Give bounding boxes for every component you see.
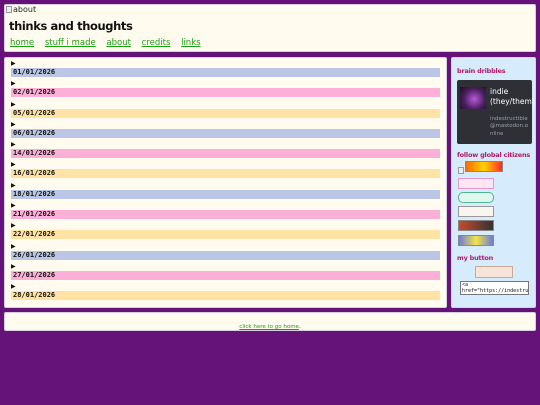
- disclosure-triangle-icon[interactable]: ▶: [11, 142, 16, 148]
- broken-badge-icon: [458, 167, 464, 174]
- disclosure-triangle-icon[interactable]: ▶: [11, 101, 16, 108]
- entry-row[interactable]: ▶ 18/01/2026: [8, 180, 443, 200]
- entry-row[interactable]: ▶ 01/01/2026: [8, 58, 443, 78]
- nav-about[interactable]: about: [106, 38, 131, 48]
- web-badge-5[interactable]: [458, 220, 494, 231]
- nav-credits[interactable]: credits: [142, 38, 171, 48]
- profile-name: indie (they/them): [490, 87, 535, 106]
- broken-image-icon: [6, 6, 12, 13]
- header-panel: about thinks and thoughts home stuff i m…: [4, 4, 536, 52]
- nav-bar: home stuff i made about credits links: [10, 38, 209, 48]
- entry-date[interactable]: 21/01/2026: [11, 210, 440, 220]
- nav-links[interactable]: links: [181, 38, 200, 48]
- disclosure-triangle-icon[interactable]: ▶: [11, 162, 16, 168]
- entry-date[interactable]: 28/01/2026: [11, 291, 440, 301]
- entry-row[interactable]: ▶ 28/01/2026: [8, 281, 443, 301]
- entry-row[interactable]: ▶ 16/01/2026: [8, 159, 443, 179]
- entry-row[interactable]: ▶ 27/01/2026: [8, 261, 443, 281]
- brain-dribbles-heading: brain dribbles: [457, 67, 506, 75]
- my-site-button[interactable]: [475, 266, 513, 278]
- entries-panel: ▶ 01/01/2026 ▶ 02/01/2026 ▶ 05/01/2026 ▶ 06/01/…: [4, 57, 447, 308]
- web-badge-1[interactable]: [465, 161, 503, 172]
- mastodon-profile-card[interactable]: indie (they/them) indestructible@mastodo…: [457, 80, 535, 144]
- entry-date[interactable]: 18/01/2026: [11, 189, 440, 199]
- disclosure-triangle-icon[interactable]: ▶: [11, 61, 16, 67]
- disclosure-triangle-icon[interactable]: ▶: [11, 223, 16, 229]
- nav-stuff-i-made[interactable]: stuff i made: [45, 38, 96, 48]
- disclosure-triangle-icon[interactable]: ▶: [11, 121, 16, 128]
- disclosure-triangle-icon[interactable]: ▶: [11, 284, 16, 290]
- web-badge-2[interactable]: [458, 178, 494, 189]
- web-badge-3[interactable]: [458, 192, 494, 203]
- entry-date[interactable]: 02/01/2026: [11, 88, 440, 98]
- entry-row[interactable]: ▶ 06/01/2026: [8, 119, 443, 139]
- entry-row[interactable]: ▶ 05/01/2026: [8, 99, 443, 119]
- disclosure-triangle-icon[interactable]: ▶: [11, 81, 16, 87]
- disclosure-triangle-icon[interactable]: ▶: [11, 182, 16, 189]
- avatar: [460, 87, 486, 109]
- entry-date[interactable]: 27/01/2026: [11, 270, 440, 280]
- go-home-link[interactable]: click here to go home: [239, 324, 299, 330]
- my-button-heading: my button: [457, 254, 494, 262]
- site-title: thinks and thoughts: [9, 19, 133, 33]
- header-image: about: [6, 5, 36, 15]
- entry-date[interactable]: 22/01/2026: [11, 230, 440, 240]
- footer-suffix: .: [298, 324, 301, 330]
- entry-row[interactable]: ▶ 21/01/2026: [8, 200, 443, 220]
- entry-date[interactable]: 06/01/2026: [11, 128, 440, 138]
- footer-text: click here to go home.: [239, 324, 300, 330]
- profile-handle: indestructible@mastodon.online: [490, 116, 529, 137]
- entry-date[interactable]: 26/01/2026: [11, 250, 440, 260]
- entry-list: ▶ 01/01/2026 ▶ 02/01/2026 ▶ 05/01/2026 ▶ 06/01/…: [8, 58, 443, 302]
- entry-date[interactable]: 05/01/2026: [11, 108, 440, 118]
- follow-global-citizens-heading: follow global citizens: [457, 151, 531, 159]
- button-code-textarea[interactable]: <a href="https://indestruc: [460, 281, 529, 295]
- entry-row[interactable]: ▶ 26/01/2026: [8, 241, 443, 261]
- web-badge-6[interactable]: [458, 235, 494, 246]
- nav-home[interactable]: home: [10, 38, 34, 48]
- entry-date[interactable]: 16/01/2026: [11, 169, 440, 179]
- disclosure-triangle-icon[interactable]: ▶: [11, 203, 16, 209]
- disclosure-triangle-icon[interactable]: ▶: [11, 243, 16, 250]
- sidebar: brain dribbles indie (they/them) indestr…: [451, 57, 536, 308]
- footer-panel: click here to go home.: [4, 312, 536, 331]
- entry-row[interactable]: ▶ 22/01/2026: [8, 220, 443, 240]
- entry-row[interactable]: ▶ 02/01/2026: [8, 78, 443, 98]
- header-image-alt: about: [13, 5, 37, 14]
- entry-date[interactable]: 01/01/2026: [11, 68, 440, 77]
- entry-row[interactable]: ▶ 14/01/2026: [8, 139, 443, 159]
- entry-date[interactable]: 14/01/2026: [11, 149, 440, 159]
- web-badge-4[interactable]: [458, 206, 494, 217]
- disclosure-triangle-icon[interactable]: ▶: [11, 263, 16, 270]
